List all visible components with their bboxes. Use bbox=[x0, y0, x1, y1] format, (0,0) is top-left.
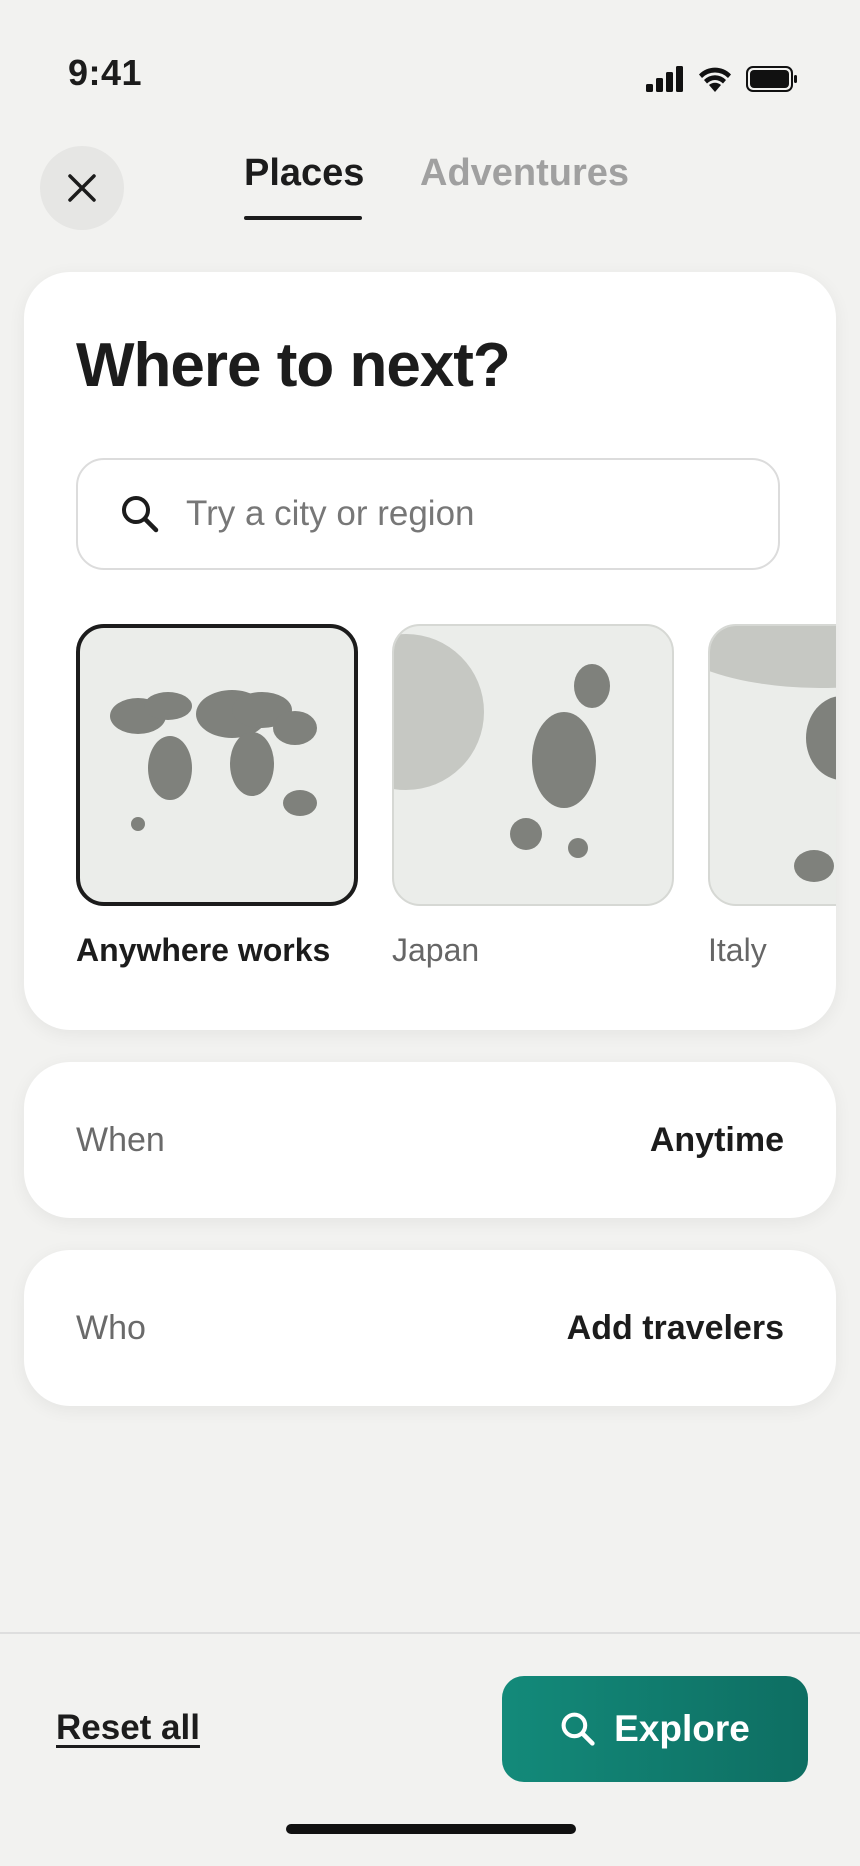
active-tab-indicator bbox=[244, 216, 362, 220]
tab-adventures[interactable]: Adventures bbox=[420, 152, 629, 195]
destination-anywhere[interactable]: Anywhere works bbox=[76, 624, 358, 969]
explore-button[interactable]: Explore bbox=[502, 1676, 808, 1782]
search-icon bbox=[561, 1712, 595, 1746]
status-icons bbox=[646, 66, 798, 92]
status-time: 9:41 bbox=[68, 52, 143, 93]
card-title: Where to next? bbox=[76, 331, 511, 400]
search-input[interactable]: Try a city or region bbox=[76, 458, 780, 570]
tab-places[interactable]: Places bbox=[244, 152, 364, 195]
who-label: Who bbox=[76, 1308, 146, 1347]
when-selector[interactable]: When Anytime bbox=[24, 1062, 836, 1218]
cellular-signal-icon bbox=[646, 66, 683, 92]
explore-label: Explore bbox=[614, 1708, 750, 1749]
destination-label: Italy bbox=[708, 932, 767, 968]
search-placeholder: Try a city or region bbox=[186, 494, 475, 533]
destination-card: Where to next? Try a city or region Anyw… bbox=[24, 272, 836, 1030]
when-value: Anytime bbox=[649, 1120, 784, 1159]
who-selector[interactable]: Who Add travelers bbox=[24, 1250, 836, 1406]
battery-icon bbox=[746, 66, 797, 92]
home-indicator bbox=[286, 1824, 576, 1834]
wifi-icon bbox=[699, 67, 731, 92]
destination-label: Japan bbox=[392, 932, 480, 968]
who-value: Add travelers bbox=[566, 1308, 784, 1347]
destination-italy[interactable]: Italy bbox=[708, 624, 836, 969]
destination-label: Anywhere works bbox=[76, 932, 331, 968]
search-icon bbox=[114, 488, 166, 540]
destination-japan[interactable]: Japan bbox=[392, 624, 674, 969]
when-label: When bbox=[76, 1120, 165, 1159]
japan-map-thumbnail bbox=[392, 624, 674, 906]
tab-bar: Places Adventures bbox=[0, 152, 860, 224]
status-bar: 9:41 bbox=[0, 0, 860, 140]
italy-map-thumbnail bbox=[708, 624, 836, 906]
world-map-thumbnail bbox=[76, 624, 358, 906]
reset-all-button[interactable]: Reset all bbox=[56, 1708, 200, 1748]
